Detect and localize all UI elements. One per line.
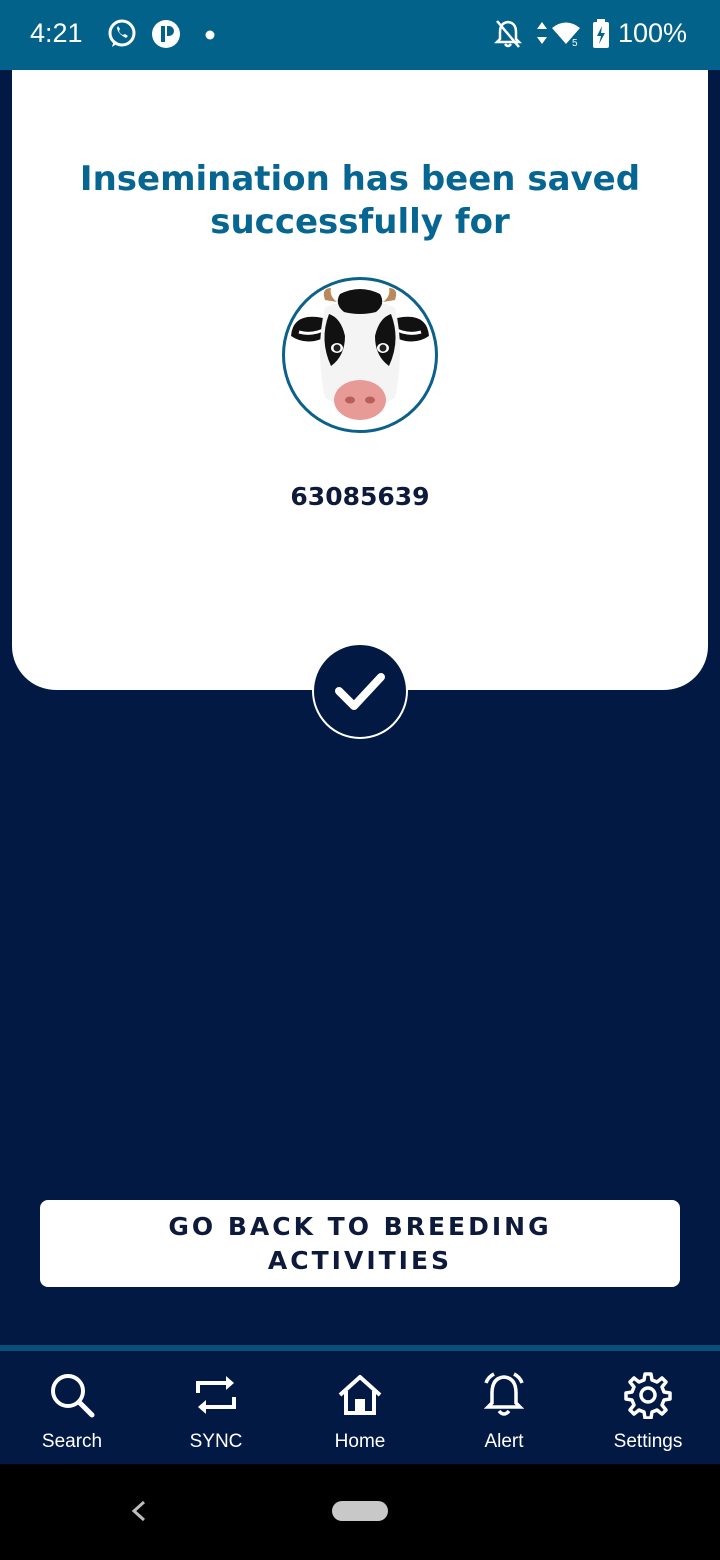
nav-item-sync[interactable]: SYNC xyxy=(144,1351,288,1464)
nav-label-home: Home xyxy=(334,1431,386,1452)
system-home-pill[interactable] xyxy=(332,1501,388,1521)
status-time: 4:21 xyxy=(30,18,83,48)
home-icon xyxy=(338,1375,382,1415)
nav-label-settings: Settings xyxy=(613,1431,683,1452)
dot-icon xyxy=(205,30,215,40)
success-title: Insemination has been saved successfully… xyxy=(79,159,641,242)
cow-face-icon xyxy=(291,288,429,420)
success-card: Insemination has been saved successfully… xyxy=(12,70,708,690)
nav-label-sync: SYNC xyxy=(189,1431,243,1452)
gear-icon xyxy=(624,1372,672,1419)
sync-icon xyxy=(196,1376,236,1414)
battery-percentage: 100% xyxy=(618,18,688,48)
animal-avatar xyxy=(282,277,438,433)
alert-bell-icon xyxy=(483,1372,525,1416)
checkmark-icon xyxy=(335,673,385,710)
app-notification-icon xyxy=(152,20,180,48)
data-arrows-icon xyxy=(537,22,547,44)
status-bar: 4:21 5 100% xyxy=(0,0,720,70)
bell-off-icon xyxy=(494,20,522,48)
search-icon xyxy=(51,1374,95,1418)
nav-item-search[interactable]: Search xyxy=(0,1351,144,1464)
nav-item-alert[interactable]: Alert xyxy=(432,1351,576,1464)
back-to-breeding-button[interactable]: GO BACK TO BREEDING ACTIVITIES xyxy=(40,1200,680,1287)
success-badge xyxy=(312,643,408,739)
battery-charging-icon xyxy=(593,19,609,48)
nav-label-search: Search xyxy=(41,1431,103,1452)
system-back-icon[interactable] xyxy=(128,1494,150,1528)
nav-label-alert: Alert xyxy=(484,1431,524,1452)
nav-item-home[interactable]: Home xyxy=(288,1351,432,1464)
nav-item-settings[interactable]: Settings xyxy=(576,1351,720,1464)
animal-id: 63085639 xyxy=(290,482,430,511)
bottom-nav: Search SYNC Home Alert Settings xyxy=(0,1345,720,1470)
svg-text:5: 5 xyxy=(572,38,578,49)
wifi-icon: 5 xyxy=(552,22,580,49)
whatsapp-icon xyxy=(108,19,136,47)
